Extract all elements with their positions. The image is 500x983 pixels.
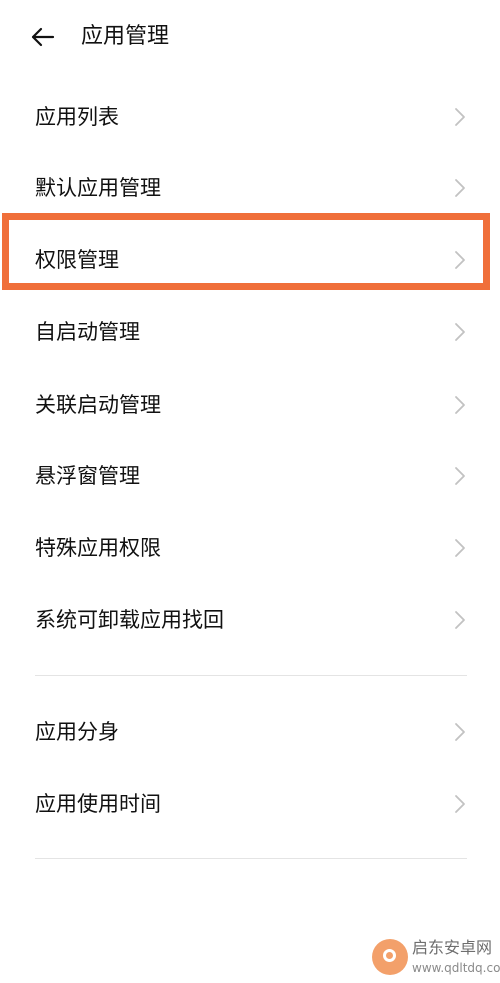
menu-item-label: 特殊应用权限	[35, 536, 161, 560]
chevron-right-icon	[452, 177, 468, 199]
watermark: 启东安卓网 www.qdltdq.com	[372, 936, 500, 983]
menu-item-default-apps[interactable]: 默认应用管理	[0, 153, 500, 223]
menu-item-label: 应用分身	[35, 720, 119, 744]
arrow-left-icon	[31, 27, 55, 47]
header-bar: 应用管理	[0, 0, 500, 75]
chevron-right-icon	[452, 106, 468, 128]
chevron-right-icon	[452, 609, 468, 631]
site-logo-icon	[372, 939, 408, 975]
menu-item-permission-manager[interactable]: 权限管理	[0, 225, 500, 295]
menu-item-floating-window[interactable]: 悬浮窗管理	[0, 441, 500, 511]
menu-item-label: 悬浮窗管理	[35, 464, 140, 488]
menu-item-autostart[interactable]: 自启动管理	[0, 297, 500, 367]
chevron-right-icon	[452, 721, 468, 743]
menu-item-app-list[interactable]: 应用列表	[0, 82, 500, 152]
section-divider	[35, 675, 467, 676]
watermark-name: 启东安卓网	[412, 938, 493, 957]
menu-item-label: 关联启动管理	[35, 393, 161, 417]
menu-item-label: 默认应用管理	[35, 176, 161, 200]
menu-item-label: 应用列表	[35, 105, 119, 129]
chevron-right-icon	[452, 394, 468, 416]
menu-item-app-usage-time[interactable]: 应用使用时间	[0, 769, 500, 839]
page-title: 应用管理	[81, 24, 170, 49]
chevron-right-icon	[452, 537, 468, 559]
menu-item-app-clone[interactable]: 应用分身	[0, 697, 500, 767]
watermark-url: www.qdltdq.com	[412, 961, 500, 975]
back-button[interactable]	[28, 22, 58, 52]
menu-item-label: 系统可卸载应用找回	[35, 608, 224, 632]
section-divider	[35, 858, 467, 859]
menu-item-associated-start[interactable]: 关联启动管理	[0, 370, 500, 440]
chevron-right-icon	[452, 465, 468, 487]
chevron-right-icon	[452, 793, 468, 815]
chevron-right-icon	[452, 321, 468, 343]
chevron-right-icon	[452, 249, 468, 271]
menu-item-label: 权限管理	[35, 248, 119, 272]
menu-item-special-permissions[interactable]: 特殊应用权限	[0, 513, 500, 583]
menu-item-label: 自启动管理	[35, 320, 140, 344]
menu-item-label: 应用使用时间	[35, 792, 161, 816]
menu-item-recover-system-apps[interactable]: 系统可卸载应用找回	[0, 585, 500, 655]
